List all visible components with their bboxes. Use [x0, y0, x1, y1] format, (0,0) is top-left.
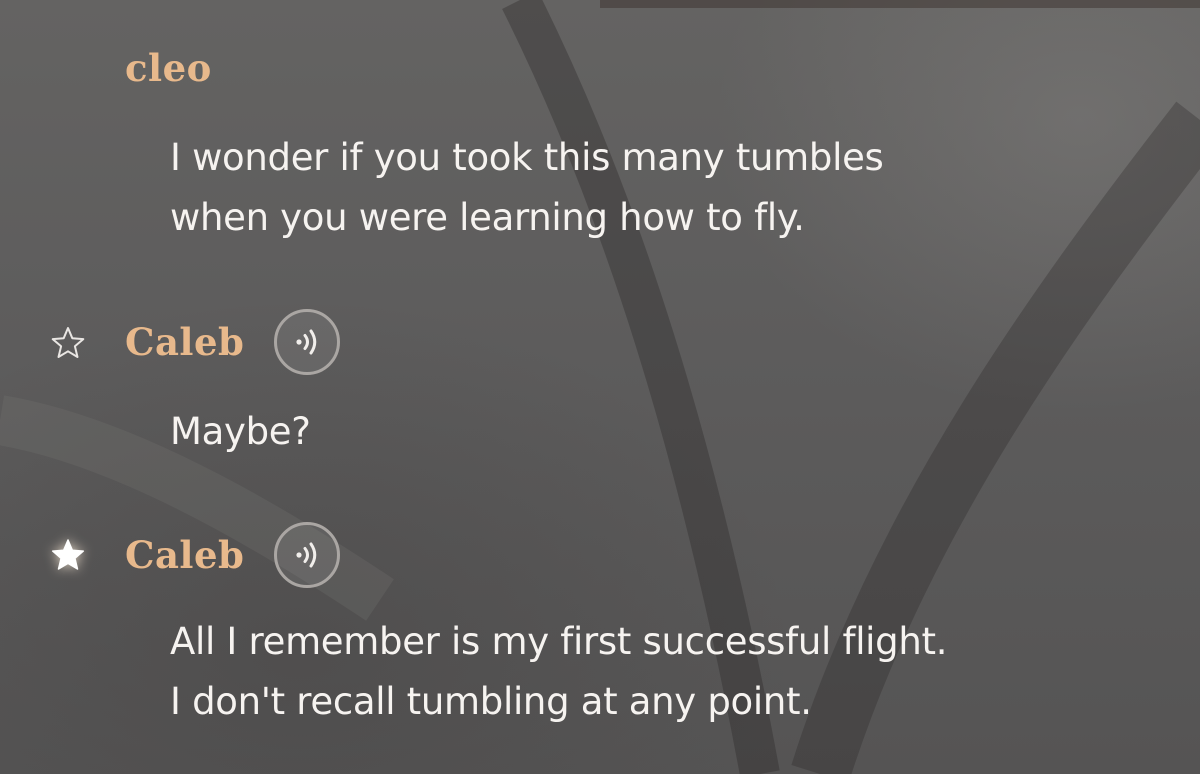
message-text-line: I wonder if you took this many tumbles — [170, 136, 884, 179]
message-text-line: when you were learning how to fly. — [170, 196, 805, 239]
voice-play-button[interactable] — [274, 522, 341, 588]
speaker-name: Caleb — [125, 320, 245, 364]
star-filled-icon[interactable] — [50, 537, 86, 573]
voice-playback-icon — [296, 329, 317, 355]
message-text-line: Maybe? — [170, 410, 311, 453]
message-header: Caleb — [125, 309, 341, 375]
message-text-line: I don't recall tumbling at any point. — [170, 680, 812, 723]
voice-playback-icon — [296, 542, 317, 568]
star-outline-icon[interactable] — [50, 325, 86, 361]
message-text-line: All I remember is my first successful fl… — [170, 620, 948, 663]
message-header: cleo — [125, 38, 212, 98]
message-header: Caleb — [125, 522, 341, 588]
speaker-name: cleo — [125, 46, 212, 90]
dialogue-log: cleo I wonder if you took this many tumb… — [0, 0, 1200, 774]
voice-play-button[interactable] — [274, 309, 341, 375]
speaker-name: Caleb — [125, 533, 245, 577]
